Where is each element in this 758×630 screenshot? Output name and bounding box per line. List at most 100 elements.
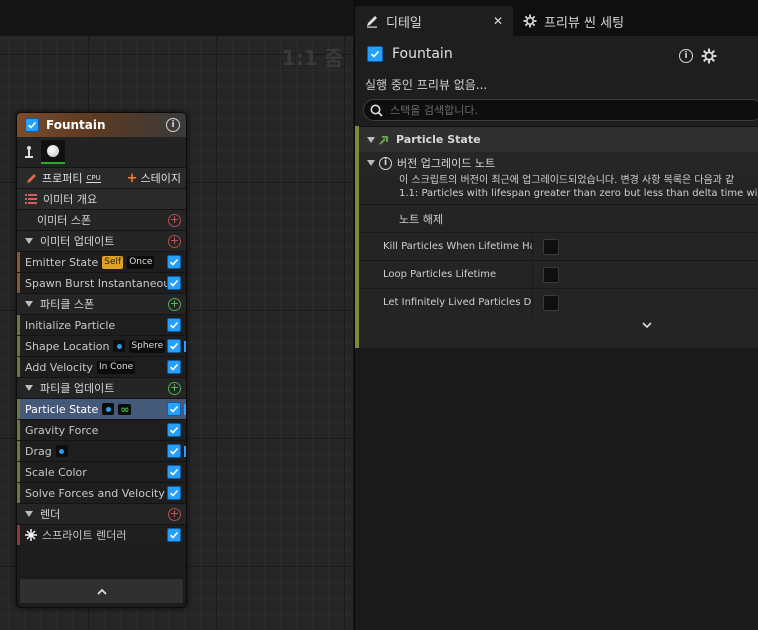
module-enabled-checkbox[interactable] (167, 528, 181, 542)
emitter-spawn-section[interactable]: 이미터 스폰 + (17, 209, 186, 230)
module-label: Particle State (25, 402, 99, 416)
render-section[interactable]: 렌더 + (17, 503, 186, 524)
emitter-enabled-checkbox[interactable] (25, 118, 39, 132)
module-enabled-checkbox[interactable] (167, 360, 181, 374)
collapse-node-button[interactable] (20, 579, 183, 603)
particle-spawn-label: 파티클 스폰 (40, 298, 95, 311)
infinity-icon: ∞ (118, 402, 132, 416)
self-tag: Self (102, 255, 124, 269)
module-spawn-burst[interactable]: Spawn Burst Instantaneous (17, 272, 186, 293)
module-arrow-icon (379, 136, 388, 145)
tab-details[interactable]: 디테일 ✕ (355, 6, 513, 36)
stack-search-input[interactable]: 스택을 검색합니다. (363, 99, 758, 121)
module-emitter-state[interactable]: Emitter State Self Once (17, 251, 186, 272)
emitter-node[interactable]: Fountain i 프로퍼티 CPU + 스테이지 이미터 개요 이미터 스폰… (16, 112, 187, 608)
particle-spawn-section[interactable]: 파티클 스폰 + (17, 293, 186, 314)
module-label: Gravity Force (25, 423, 99, 437)
tab-preview-scene-settings[interactable]: 프리뷰 씬 세팅 (513, 6, 634, 36)
zoom-level-label: 1:1 줌 (281, 46, 343, 70)
modified-indicator (184, 404, 186, 415)
add-module-icon[interactable]: + (168, 213, 181, 227)
emitter-update-section[interactable]: 이미터 업데이트 + (17, 230, 186, 251)
module-enabled-checkbox[interactable] (167, 486, 181, 500)
module-solve-forces[interactable]: Solve Forces and Velocity (17, 482, 186, 503)
gear-icon[interactable] (701, 48, 717, 64)
upgrade-notes-label: 버전 업그레이드 노트 (397, 157, 496, 170)
module-enabled-checkbox[interactable] (167, 318, 181, 332)
info-icon[interactable]: i (166, 118, 180, 132)
emitter-node-title: Fountain (46, 118, 106, 132)
sprite-thumbnail[interactable] (41, 140, 65, 164)
info-icon: i (379, 156, 392, 170)
emitter-thumbnails (17, 137, 186, 167)
tab-details-label: 디테일 (386, 15, 422, 31)
search-placeholder: 스택을 검색합니다. (390, 104, 478, 117)
module-enabled-checkbox[interactable] (167, 276, 181, 290)
emitter-summary-label: 이미터 개요 (43, 193, 98, 206)
category-header[interactable]: Particle State (355, 126, 758, 152)
add-module-icon[interactable]: + (168, 381, 181, 395)
fountain-icon (25, 146, 33, 158)
module-enabled-checkbox[interactable] (167, 255, 181, 269)
add-module-icon[interactable]: + (168, 507, 181, 521)
tab-preview-label: 프리뷰 씬 세팅 (544, 15, 625, 31)
property-label: Let Infinitely Lived Particles Die When … (355, 288, 533, 317)
modified-indicator (184, 341, 186, 352)
once-tag: Once (127, 255, 155, 269)
add-icon[interactable]: + (127, 171, 138, 186)
details-header: Fountain i 실행 중인 프리뷰 없음... 스택을 검색합니다. (355, 36, 758, 126)
module-gravity-force[interactable]: Gravity Force (17, 419, 186, 440)
upgrade-notes-header[interactable]: i 버전 업그레이드 노트 (355, 152, 758, 174)
module-sprite-renderer[interactable]: 스프라이트 렌더러 (17, 524, 186, 545)
module-enabled-checkbox[interactable] (167, 444, 181, 458)
particle-update-section[interactable]: 파티클 업데이트 + (17, 377, 186, 398)
details-panel: 디테일 ✕ 프리뷰 씬 세팅 Fountain i 실행 중인 프리뷰 없음..… (354, 0, 758, 630)
emitter-graph-canvas[interactable]: 1:1 줌 Fountain i 프로퍼티 CPU + 스테이지 이미터 개요 (0, 0, 353, 630)
collapse-arrow-icon[interactable] (25, 238, 33, 244)
module-label: Add Velocity (25, 360, 93, 374)
collapse-arrow-icon[interactable] (25, 511, 33, 517)
advanced-expand-button[interactable] (355, 316, 758, 334)
checkmark-icon (27, 121, 37, 129)
emitter-node-header[interactable]: Fountain i (17, 113, 186, 137)
module-color-accent (355, 126, 359, 348)
module-enabled-checkbox[interactable] (167, 339, 181, 353)
emitter-spawn-label: 이미터 스폰 (37, 214, 92, 227)
module-enabled-checkbox[interactable] (167, 402, 181, 416)
module-label: Scale Color (25, 465, 87, 479)
add-stage-button[interactable]: 스테이지 (141, 170, 181, 186)
collapse-arrow-icon[interactable] (25, 301, 33, 307)
property-checkbox[interactable] (543, 238, 559, 255)
module-enabled-checkbox[interactable] (167, 465, 181, 479)
module-drag[interactable]: Drag (17, 440, 186, 461)
module-particle-state[interactable]: Particle State ∞ (17, 398, 186, 419)
in-cone-tag: In Cone (96, 360, 136, 374)
property-checkbox[interactable] (543, 294, 559, 311)
module-label: 스프라이트 렌더러 (42, 529, 127, 542)
sprite-icon (25, 529, 37, 541)
dismiss-note-button[interactable]: 노트 해제 (355, 204, 758, 232)
note-text-line: 이 스크립트의 버전이 최근에 업그레이드되었습니다. 변경 사항 목록은 다음… (399, 175, 735, 186)
properties-row[interactable]: 프로퍼티 CPU + 스테이지 (17, 167, 186, 188)
module-label: Drag (25, 444, 52, 458)
collapse-arrow-icon[interactable] (367, 160, 375, 166)
module-initialize-particle[interactable]: Initialize Particle (17, 314, 186, 335)
module-shape-location[interactable]: Shape Location Sphere (17, 335, 186, 356)
emitter-summary-row[interactable]: 이미터 개요 (17, 188, 186, 209)
property-checkbox[interactable] (543, 266, 559, 283)
module-enabled-checkbox[interactable] (167, 423, 181, 437)
add-module-icon[interactable]: + (168, 234, 181, 248)
collapse-arrow-icon[interactable] (25, 385, 33, 391)
module-add-velocity[interactable]: Add Velocity In Cone (17, 356, 186, 377)
graph-toolbar-area (0, 0, 353, 36)
chevron-down-icon (642, 321, 652, 328)
close-icon[interactable]: ✕ (493, 14, 503, 28)
add-module-icon[interactable]: + (168, 297, 181, 311)
collapse-arrow-icon[interactable] (367, 136, 375, 143)
emitter-update-label: 이미터 업데이트 (40, 235, 115, 248)
sphere-tag: Sphere (129, 339, 166, 353)
info-icon[interactable]: i (679, 49, 693, 63)
note-text-line: 1.1: Particles with lifespan greater tha… (399, 188, 758, 199)
emitter-enabled-checkbox[interactable] (367, 46, 383, 62)
module-scale-color[interactable]: Scale Color (17, 461, 186, 482)
